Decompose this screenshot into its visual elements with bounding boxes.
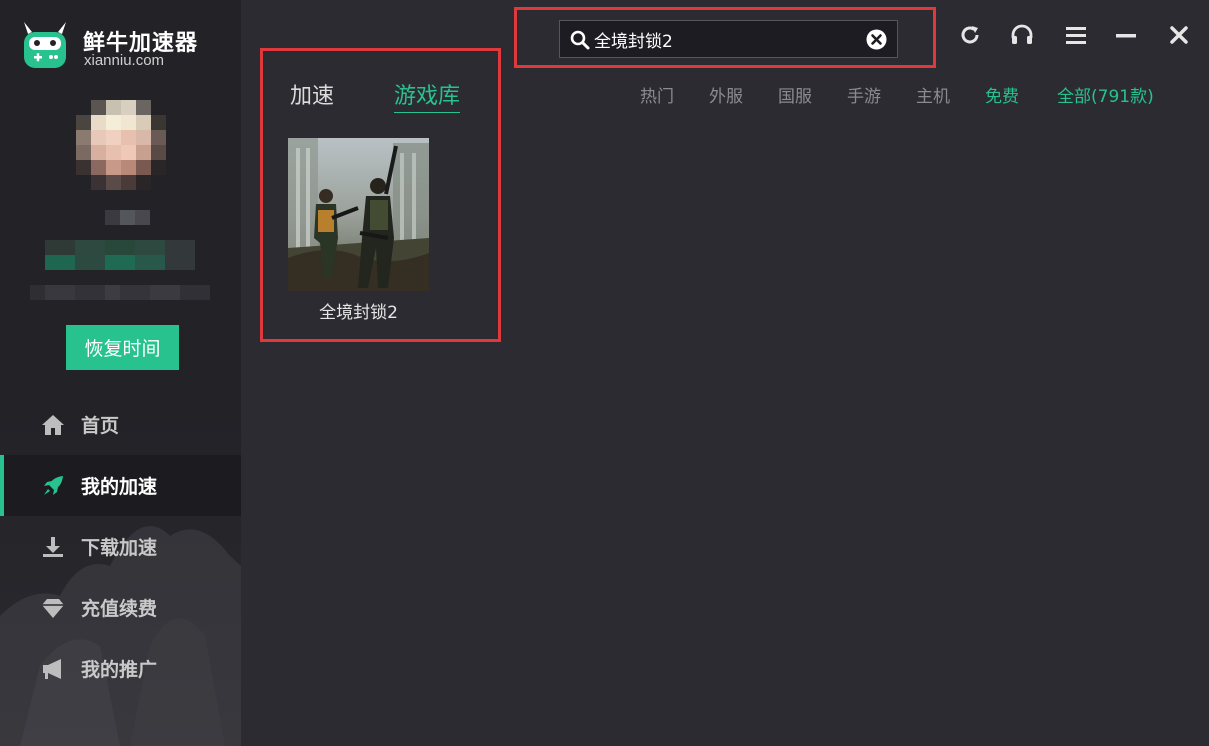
- refresh-button[interactable]: [957, 22, 983, 48]
- filter-console[interactable]: 主机: [916, 82, 950, 107]
- main-panel: 加速 游戏库 热门 外服 国服 手游 主机 免费 全部(791款): [241, 0, 1209, 746]
- sidebar-item-promotion[interactable]: 我的推广: [0, 638, 241, 699]
- sidebar-item-my-acceleration[interactable]: 我的加速: [0, 455, 241, 516]
- sidebar-item-download-acceleration[interactable]: 下载加速: [0, 516, 241, 577]
- cow-logo-icon: [24, 22, 66, 68]
- filter-domestic[interactable]: 国服: [778, 82, 812, 107]
- game-cover-image: [288, 138, 429, 291]
- menu-button[interactable]: [1063, 22, 1089, 48]
- category-filters: 热门 外服 国服 手游 主机 免费 全部(791款): [241, 82, 1209, 107]
- filter-free[interactable]: 免费: [985, 82, 1019, 107]
- diamond-icon: [40, 595, 66, 621]
- sidebar-item-home[interactable]: 首页: [0, 394, 241, 455]
- search-box[interactable]: [559, 20, 898, 58]
- filter-all[interactable]: 全部(791款): [1057, 82, 1154, 107]
- home-icon: [40, 412, 66, 438]
- sidebar-item-label: 下载加速: [81, 537, 158, 559]
- sidebar-item-label: 首页: [81, 415, 120, 437]
- clear-search-icon[interactable]: [866, 29, 887, 50]
- username: [105, 210, 150, 225]
- filter-mobile[interactable]: 手游: [847, 82, 881, 107]
- search-icon: [570, 30, 590, 50]
- headset-icon: [1011, 24, 1033, 44]
- app-domain: xianniu.com: [84, 52, 165, 69]
- sidebar-item-label: 我的推广: [81, 659, 158, 681]
- rocket-icon: [40, 473, 66, 499]
- close-icon: [1170, 26, 1188, 44]
- sidebar-item-label: 我的加速: [81, 476, 158, 498]
- filter-overseas[interactable]: 外服: [709, 82, 743, 107]
- minimize-icon: [1116, 34, 1136, 38]
- game-card[interactable]: 全境封锁2: [288, 138, 429, 323]
- refresh-icon: [961, 26, 979, 44]
- sidebar-nav: 首页 我的加速 下载加速 充值续费 我的推广: [0, 394, 241, 699]
- search-input[interactable]: [594, 21, 856, 57]
- megaphone-icon: [40, 656, 66, 682]
- filter-hot[interactable]: 热门: [640, 82, 674, 107]
- user-id: [45, 240, 195, 255]
- restore-time-button[interactable]: 恢复时间: [66, 325, 179, 370]
- menu-icon: [1066, 27, 1086, 44]
- sidebar-item-recharge[interactable]: 充值续费: [0, 577, 241, 638]
- user-expiry: [30, 285, 210, 300]
- minimize-button[interactable]: [1113, 22, 1139, 48]
- game-title: 全境封锁2: [319, 303, 398, 323]
- customer-service-button[interactable]: [1009, 22, 1035, 48]
- download-icon: [40, 534, 66, 560]
- user-id: [45, 255, 195, 270]
- app-logo: 鲜牛加速器 xianniu.com: [20, 18, 220, 74]
- sidebar-item-label: 充值续费: [81, 598, 158, 620]
- avatar[interactable]: [76, 100, 166, 190]
- close-button[interactable]: [1166, 22, 1192, 48]
- sidebar: 鲜牛加速器 xianniu.com 恢复时间 首页 我的加速 下载加速 充值续费…: [0, 0, 241, 746]
